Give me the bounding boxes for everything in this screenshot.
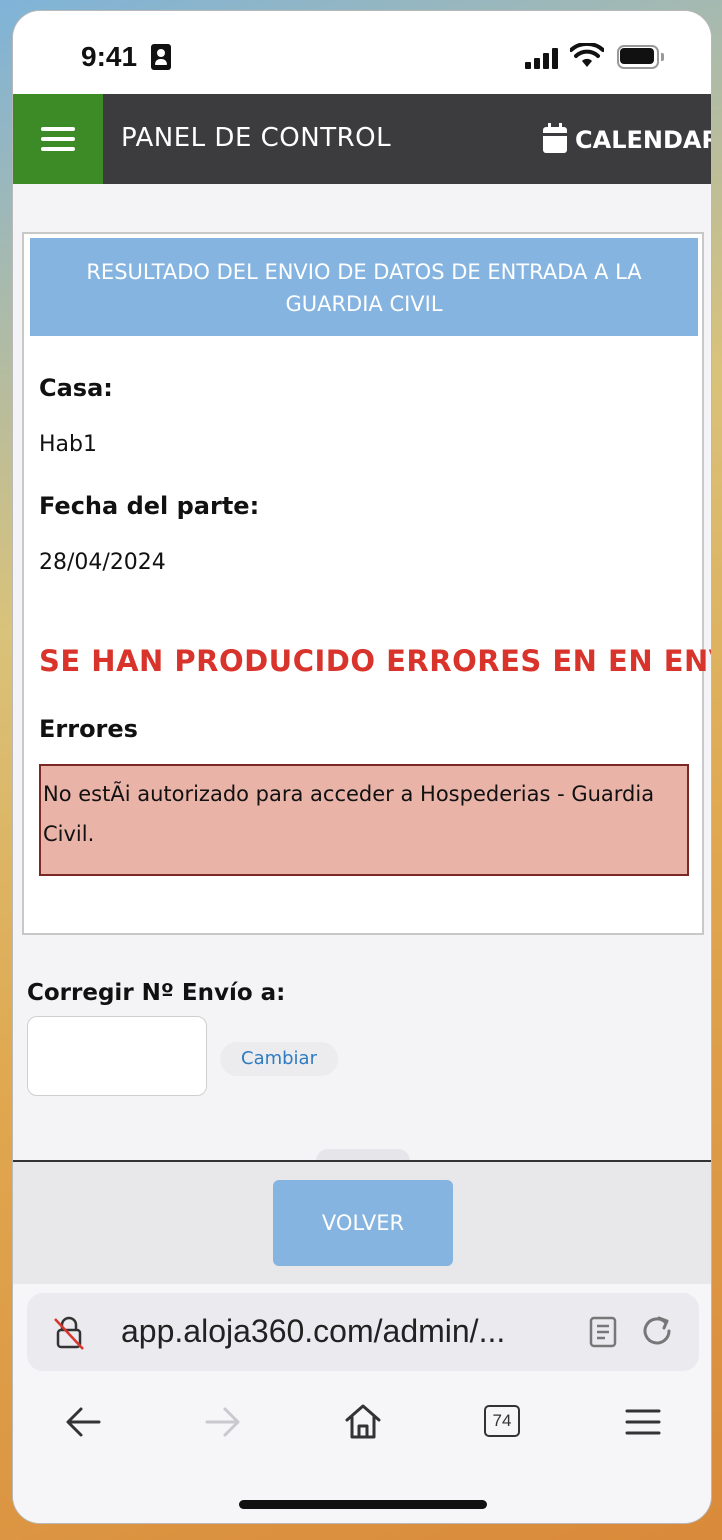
result-banner: RESULTADO DEL ENVIO DE DATOS DE ENTRADA … [30, 238, 698, 336]
home-indicator[interactable] [239, 1500, 487, 1509]
error-message-box: No estÃi autorizado para acceder a Hospe… [39, 764, 689, 876]
main-content: RESULTADO DEL ENVIO DE DATOS DE ENTRADA … [13, 184, 711, 1161]
url-text: app.aloja360.com/admin/... [121, 1313, 506, 1349]
calendar-label: CALENDARIO [575, 126, 711, 154]
envio-number-input[interactable] [27, 1016, 207, 1096]
address-bar[interactable]: app.aloja360.com/admin/... [27, 1293, 699, 1371]
volver-button[interactable]: VOLVER [273, 1180, 453, 1266]
calendar-icon [543, 123, 567, 153]
contact-card-icon [151, 44, 171, 70]
errores-label: Errores [39, 715, 138, 743]
result-panel: RESULTADO DEL ENVIO DE DATOS DE ENTRADA … [22, 232, 711, 935]
browser-toolbar: app.aloja360.com/admin/... 74 [13, 1284, 711, 1523]
home-icon[interactable] [341, 1400, 385, 1444]
browser-nav-row: 74 [13, 1384, 711, 1464]
corregir-envio-label: Corregir Nº Envío a: [27, 980, 286, 1006]
panel-de-control-link[interactable]: PANEL DE CONTROL [121, 123, 391, 153]
back-arrow-icon[interactable] [61, 1400, 105, 1444]
wifi-icon [570, 43, 604, 67]
phone-screen: 9:41 PANEL DE CONTROL CALENDARIO [12, 10, 712, 1524]
tabs-button[interactable]: 74 [481, 1400, 525, 1444]
forward-arrow-icon[interactable] [201, 1400, 245, 1444]
reader-mode-icon[interactable] [589, 1316, 617, 1348]
error-heading: SE HAN PRODUCIDO ERRORES EN EN ENVÍO [39, 644, 711, 678]
calendar-link[interactable]: CALENDARIO [543, 123, 711, 156]
cellular-signal-icon [525, 47, 561, 69]
cambiar-button[interactable]: Cambiar [220, 1042, 338, 1076]
casa-value: Hab1 [39, 432, 97, 457]
reload-icon[interactable] [639, 1313, 675, 1349]
status-time: 9:41 [81, 41, 138, 72]
menu-icon[interactable] [621, 1400, 665, 1444]
fecha-value: 28/04/2024 [39, 550, 166, 575]
app-header: PANEL DE CONTROL CALENDARIO [13, 94, 711, 184]
battery-icon [617, 45, 664, 69]
bottom-action-bar: VOLVER [13, 1160, 711, 1284]
casa-label: Casa: [39, 374, 113, 402]
hamburger-menu-button[interactable] [13, 94, 103, 184]
insecure-lock-icon [54, 1316, 84, 1350]
fecha-label: Fecha del parte: [39, 492, 260, 520]
tabs-count: 74 [484, 1405, 520, 1437]
hamburger-icon [41, 127, 75, 131]
status-bar: 9:41 [13, 11, 711, 94]
